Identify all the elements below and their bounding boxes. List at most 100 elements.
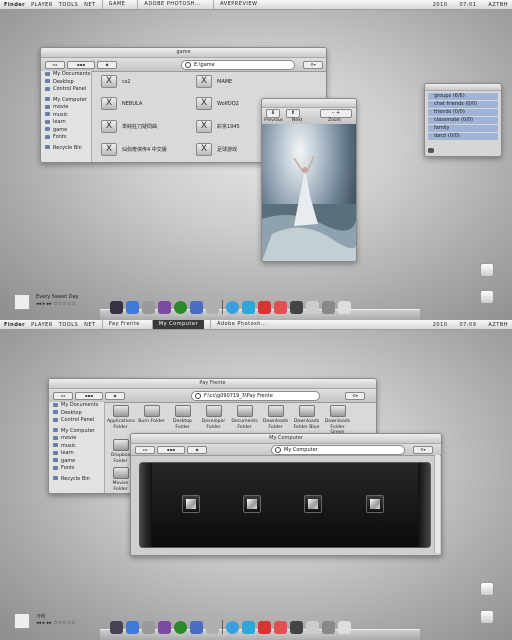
address-input[interactable]: My Computer bbox=[271, 445, 405, 455]
sidebar-item-recycle-bin[interactable]: Recycle Bin bbox=[41, 145, 91, 153]
file-item[interactable]: X 仙剑奇侠传4 中文版 bbox=[101, 143, 167, 156]
dock-app-icon[interactable] bbox=[306, 301, 319, 314]
address-input[interactable]: E:\game bbox=[181, 60, 295, 70]
notification-icon[interactable] bbox=[480, 582, 494, 596]
player-controls[interactable]: ◂◂ ▸ ▸▸ ☆☆☆☆☆ bbox=[36, 620, 76, 626]
scrollbar[interactable] bbox=[434, 455, 440, 553]
action-button[interactable]: ◆ bbox=[97, 61, 117, 69]
menubar-user[interactable]: AZTBH bbox=[488, 2, 508, 8]
dock-app-icon[interactable] bbox=[226, 621, 239, 634]
dock-app-icon[interactable] bbox=[142, 621, 155, 634]
album-cover[interactable] bbox=[14, 613, 30, 629]
sidebar-item-my-documents[interactable]: My Documents bbox=[41, 71, 91, 79]
file-item[interactable]: X MAME bbox=[196, 75, 232, 88]
dock-app-icon[interactable] bbox=[258, 621, 271, 634]
menu-tools[interactable]: TOOLS bbox=[59, 322, 78, 328]
sidebar-item-movie[interactable]: movie bbox=[49, 435, 104, 443]
task-game[interactable]: GAME bbox=[101, 0, 132, 9]
buddy-group[interactable]: friends (0/0) bbox=[428, 109, 498, 116]
dock-app-icon[interactable] bbox=[110, 301, 123, 314]
previous-button[interactable]: Previous bbox=[264, 118, 283, 123]
buddy-group[interactable]: family bbox=[428, 125, 498, 132]
dock-app-icon[interactable] bbox=[290, 621, 303, 634]
sidebar-item-fonts[interactable]: Fonts bbox=[49, 465, 104, 473]
folder-item[interactable]: Downloads Folder bbox=[262, 405, 289, 430]
dock-app-icon[interactable] bbox=[126, 621, 139, 634]
buddy-group[interactable]: darzi (0/0) bbox=[428, 133, 498, 140]
dock-app-icon[interactable] bbox=[174, 621, 187, 634]
trash-icon[interactable] bbox=[338, 621, 351, 634]
file-item[interactable]: Xcs2 bbox=[101, 75, 131, 88]
sidebar-item-my-computer[interactable]: My Computer bbox=[49, 428, 104, 436]
back-forward-button[interactable]: ◂ ▸ bbox=[53, 392, 73, 400]
sidebar-item-game[interactable]: game bbox=[41, 127, 91, 135]
sidebar-item-desktop[interactable]: Desktop bbox=[41, 79, 91, 87]
options-button[interactable]: ⚙▾ bbox=[345, 392, 365, 400]
sidebar-item-my-computer[interactable]: My Computer bbox=[41, 97, 91, 105]
folder-item[interactable]: Desktop Folder bbox=[169, 405, 196, 430]
menubar-user[interactable]: AZTBH bbox=[488, 322, 508, 328]
tool-icon[interactable] bbox=[480, 290, 494, 304]
sidebar-item-control-panel[interactable]: Control Panel bbox=[41, 86, 91, 94]
action-button[interactable]: ◆ bbox=[105, 392, 125, 400]
buddy-group[interactable]: groups (6/6) bbox=[428, 93, 498, 100]
dock-app-icon[interactable] bbox=[158, 301, 171, 314]
address-input[interactable]: F:\cc\g090719_3\Pay Frente bbox=[191, 391, 320, 401]
dock-app-icon[interactable] bbox=[322, 301, 335, 314]
dock-app-icon[interactable] bbox=[274, 621, 287, 634]
dock-app-icon[interactable] bbox=[206, 301, 219, 314]
options-button[interactable]: ⚙▾ bbox=[303, 61, 323, 69]
sidebar-item-my-documents[interactable]: My Documents bbox=[49, 402, 104, 410]
rating-stars[interactable]: ☆☆☆☆☆ bbox=[53, 301, 75, 307]
view-mode-button[interactable]: ▪▪▪ bbox=[75, 392, 103, 400]
folder-item[interactable]: Developer Folder bbox=[200, 405, 227, 430]
player-controls[interactable]: ◂◂ ▸ ▸▸ ☆☆☆☆☆ bbox=[36, 301, 76, 307]
dock-app-icon[interactable] bbox=[306, 621, 319, 634]
dock-app-icon[interactable] bbox=[242, 301, 255, 314]
sidebar-item-recycle-bin[interactable]: Recycle Bin bbox=[49, 476, 104, 484]
task-avepreview[interactable]: AVEPREVIEW bbox=[213, 0, 263, 9]
album-cover[interactable] bbox=[14, 294, 30, 310]
file-item[interactable]: X NEBULA bbox=[101, 97, 142, 110]
next-arrow-icon[interactable]: ⬆ bbox=[286, 109, 300, 118]
sidebar-item-music[interactable]: music bbox=[41, 112, 91, 120]
trash-icon[interactable] bbox=[338, 301, 351, 314]
folder-item[interactable]: Burn Folder bbox=[138, 405, 165, 425]
buddy-group[interactable]: chat friends (0/0) bbox=[428, 101, 498, 108]
sidebar-item-desktop[interactable]: Desktop bbox=[49, 410, 104, 418]
dock-app-icon[interactable] bbox=[190, 621, 203, 634]
sidebar-item-learn[interactable]: learn bbox=[41, 119, 91, 127]
file-item[interactable]: X 足球游戏 bbox=[196, 143, 237, 156]
buddy-group[interactable]: classmate (0/0) bbox=[428, 117, 498, 124]
menu-player[interactable]: PLAYER bbox=[31, 2, 53, 8]
sidebar-item-control-panel[interactable]: Control Panel bbox=[49, 417, 104, 425]
file-item[interactable]: X 彩京1945 bbox=[196, 120, 240, 133]
view-mode-button[interactable]: ▪▪▪ bbox=[157, 446, 185, 454]
menu-net[interactable]: NET bbox=[84, 2, 95, 8]
sidebar-item-fonts[interactable]: Fonts bbox=[41, 134, 91, 142]
folder-item[interactable]: Applications Folder bbox=[107, 405, 135, 430]
dock-app-icon[interactable] bbox=[190, 301, 203, 314]
menu-tools[interactable]: TOOLS bbox=[59, 2, 78, 8]
drive-icon[interactable] bbox=[304, 495, 322, 513]
dock-app-icon[interactable] bbox=[142, 301, 155, 314]
dock-app-icon[interactable] bbox=[126, 301, 139, 314]
folder-item[interactable]: Documents Folder bbox=[231, 405, 258, 430]
dock-app-icon[interactable] bbox=[158, 621, 171, 634]
menu-player[interactable]: PLAYER bbox=[31, 322, 53, 328]
back-forward-button[interactable]: ◂ ▸ bbox=[45, 61, 65, 69]
file-item[interactable]: X WolfDQ2 bbox=[196, 97, 239, 110]
next-button[interactable]: Next bbox=[292, 118, 302, 123]
menu-finder[interactable]: Finder bbox=[4, 2, 25, 8]
back-forward-button[interactable]: ◂ ▸ bbox=[135, 446, 155, 454]
action-button[interactable]: ◆ bbox=[187, 446, 207, 454]
dock-app-icon[interactable] bbox=[174, 301, 187, 314]
sidebar-item-game[interactable]: game bbox=[49, 458, 104, 466]
menu-finder[interactable]: Finder bbox=[4, 322, 25, 328]
task-my-computer[interactable]: My Computer bbox=[151, 320, 204, 329]
drive-icon[interactable] bbox=[243, 495, 261, 513]
tool-icon[interactable] bbox=[480, 610, 494, 624]
dock-app-icon[interactable] bbox=[110, 621, 123, 634]
folder-item[interactable]: Downloads Folder Blue bbox=[293, 405, 320, 430]
menu-net[interactable]: NET bbox=[84, 322, 95, 328]
